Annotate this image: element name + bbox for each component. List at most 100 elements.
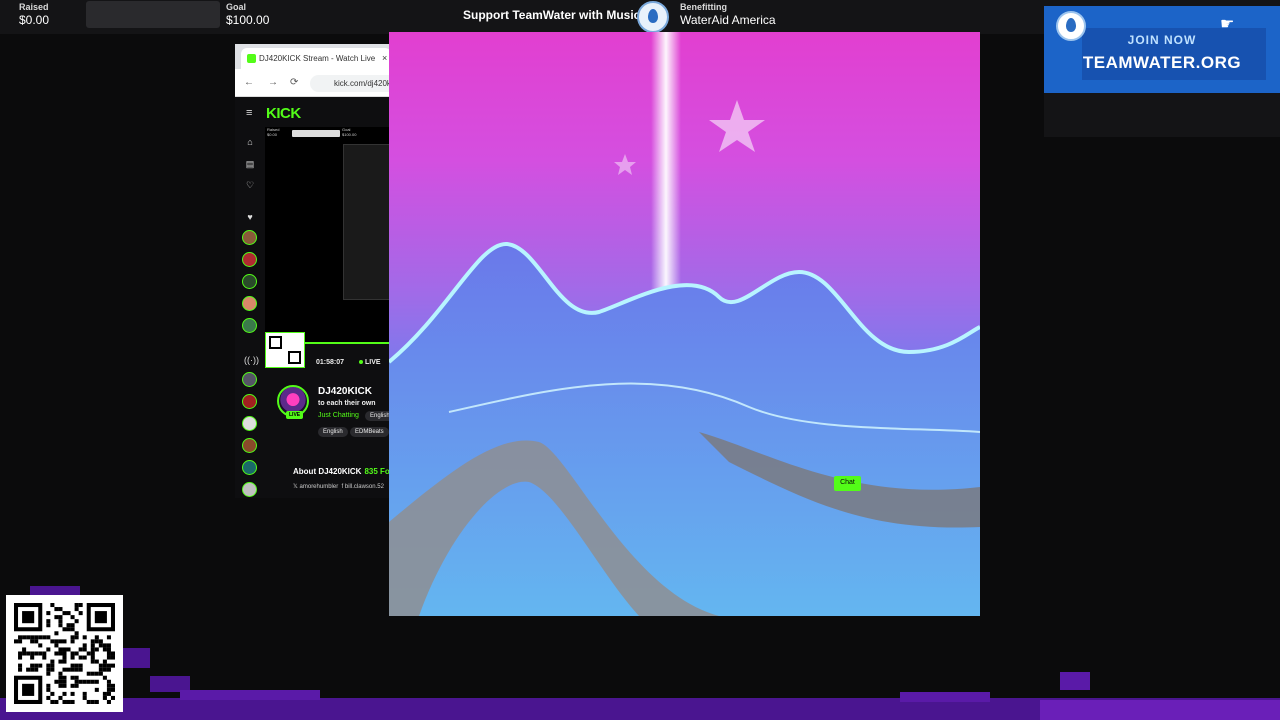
qr-module <box>46 611 51 616</box>
qr-module <box>90 679 95 684</box>
qr-module <box>82 691 87 696</box>
hamburger-menu-icon[interactable]: ≡ <box>246 107 252 119</box>
benefitting-stat: Benefitting WaterAid America <box>680 2 776 28</box>
qr-module <box>62 675 67 680</box>
qr-module <box>30 663 35 668</box>
tag-pill-1[interactable]: English <box>318 427 348 437</box>
back-arrow-icon[interactable]: ← <box>244 77 254 88</box>
qr-module <box>50 691 55 696</box>
url-field[interactable]: kick.com/dj420kick <box>310 75 395 92</box>
browse-icon[interactable]: ▤ <box>244 159 256 170</box>
qr-module <box>54 699 59 704</box>
url-text: kick.com/dj420kick <box>334 79 395 88</box>
qr-module <box>102 643 107 648</box>
mini-goal-value: $100.00 <box>342 132 357 137</box>
qr-module <box>50 639 55 644</box>
sidebar-avatar-7[interactable] <box>242 394 257 409</box>
sidebar-avatar-9[interactable] <box>242 438 257 453</box>
qr-module <box>46 667 51 672</box>
qr-module <box>34 639 39 644</box>
qr-module <box>42 635 47 640</box>
qr-module <box>30 635 35 640</box>
stream-player[interactable]: Raised $0.00 Goal $100.00 <box>265 127 395 342</box>
qr-module <box>70 691 75 696</box>
kick-logo[interactable]: KICK <box>266 105 301 122</box>
sidebar-avatar-6[interactable] <box>242 372 257 387</box>
sidebar-avatar-11[interactable] <box>242 482 257 497</box>
floor-block-5 <box>900 692 990 702</box>
social-fb-link[interactable]: bill.clawson.52 <box>345 484 384 490</box>
qr-module <box>106 679 111 684</box>
qr-module <box>34 651 39 656</box>
qr-module <box>74 667 79 672</box>
qr-module <box>18 667 23 672</box>
channel-name[interactable]: DJ420KICK <box>318 386 372 397</box>
following-icon[interactable]: ♡ <box>244 180 256 191</box>
tag-pill-2[interactable]: EDMBeats <box>350 427 389 437</box>
qr-module <box>66 611 71 616</box>
recursive-stream-preview <box>343 144 395 300</box>
qr-module <box>78 647 83 652</box>
qr-module <box>78 611 83 616</box>
qr-module <box>106 691 111 696</box>
qr-finder <box>22 683 35 696</box>
qr-module <box>58 615 63 620</box>
qr-module <box>66 627 71 632</box>
sidebar-avatar-1[interactable] <box>242 230 257 245</box>
chat-button[interactable]: Chat <box>834 476 861 491</box>
qr-code-small <box>265 332 305 368</box>
sidebar-avatar-4[interactable] <box>242 296 257 311</box>
sidebar-avatar-10[interactable] <box>242 460 257 475</box>
live-radio-icon: ((·)) <box>244 355 259 365</box>
sidebar-avatar-5[interactable] <box>242 318 257 333</box>
sidebar-avatar-2[interactable] <box>242 252 257 267</box>
floor-block-3 <box>150 676 190 692</box>
qr-module <box>62 679 67 684</box>
raised-stat: Raised $0.00 <box>19 2 49 28</box>
qr-module <box>106 635 111 640</box>
qr-finder <box>94 611 107 624</box>
tab-close-icon[interactable]: × <box>382 53 387 63</box>
qr-module <box>82 695 87 700</box>
qr-module <box>110 687 115 692</box>
qr-code-large <box>6 595 123 712</box>
browser-tab[interactable]: DJ420KICK Stream - Watch Live × <box>241 48 391 69</box>
stream-category[interactable]: Just Chatting <box>318 412 359 419</box>
sidebar-avatar-8[interactable] <box>242 416 257 431</box>
sidebar-avatar-3[interactable] <box>242 274 257 289</box>
qr-module <box>78 667 83 672</box>
qr-module <box>70 675 75 680</box>
raised-label: Raised <box>19 2 49 12</box>
teamwater-banner[interactable]: ☛ JOIN NOW TEAMWATER.ORG <box>1044 6 1280 93</box>
forward-arrow-icon[interactable]: → <box>268 77 278 88</box>
qr-module <box>54 615 59 620</box>
qr-module <box>46 619 51 624</box>
qr-module <box>66 623 71 628</box>
goal-progress-bar <box>86 1 220 28</box>
qr-module <box>58 619 63 624</box>
qr-module <box>70 635 75 640</box>
benefitting-label: Benefitting <box>680 2 727 12</box>
star-small-icon <box>614 154 636 175</box>
qr-module <box>70 699 75 704</box>
qr-module <box>74 603 79 608</box>
banner-url-text: TEAMWATER.ORG <box>1082 53 1242 72</box>
qr-module <box>94 679 99 684</box>
qr-code-pattern <box>14 603 115 704</box>
qr-module <box>78 655 83 660</box>
qr-module <box>98 663 103 668</box>
qr-module <box>54 679 59 684</box>
qr-module <box>70 651 75 656</box>
qr-module <box>58 671 63 676</box>
qr-module <box>102 675 107 680</box>
qr-module <box>94 671 99 676</box>
qr-module <box>18 651 23 656</box>
home-icon[interactable]: ⌂ <box>244 137 256 147</box>
floor-block-7 <box>1040 700 1280 720</box>
reload-icon[interactable]: ⟳ <box>290 77 298 88</box>
qr-module <box>18 635 23 640</box>
qr-module <box>98 671 103 676</box>
qr-module <box>70 667 75 672</box>
social-x-link[interactable]: amorehumbler <box>300 484 339 490</box>
qr-module <box>82 643 87 648</box>
